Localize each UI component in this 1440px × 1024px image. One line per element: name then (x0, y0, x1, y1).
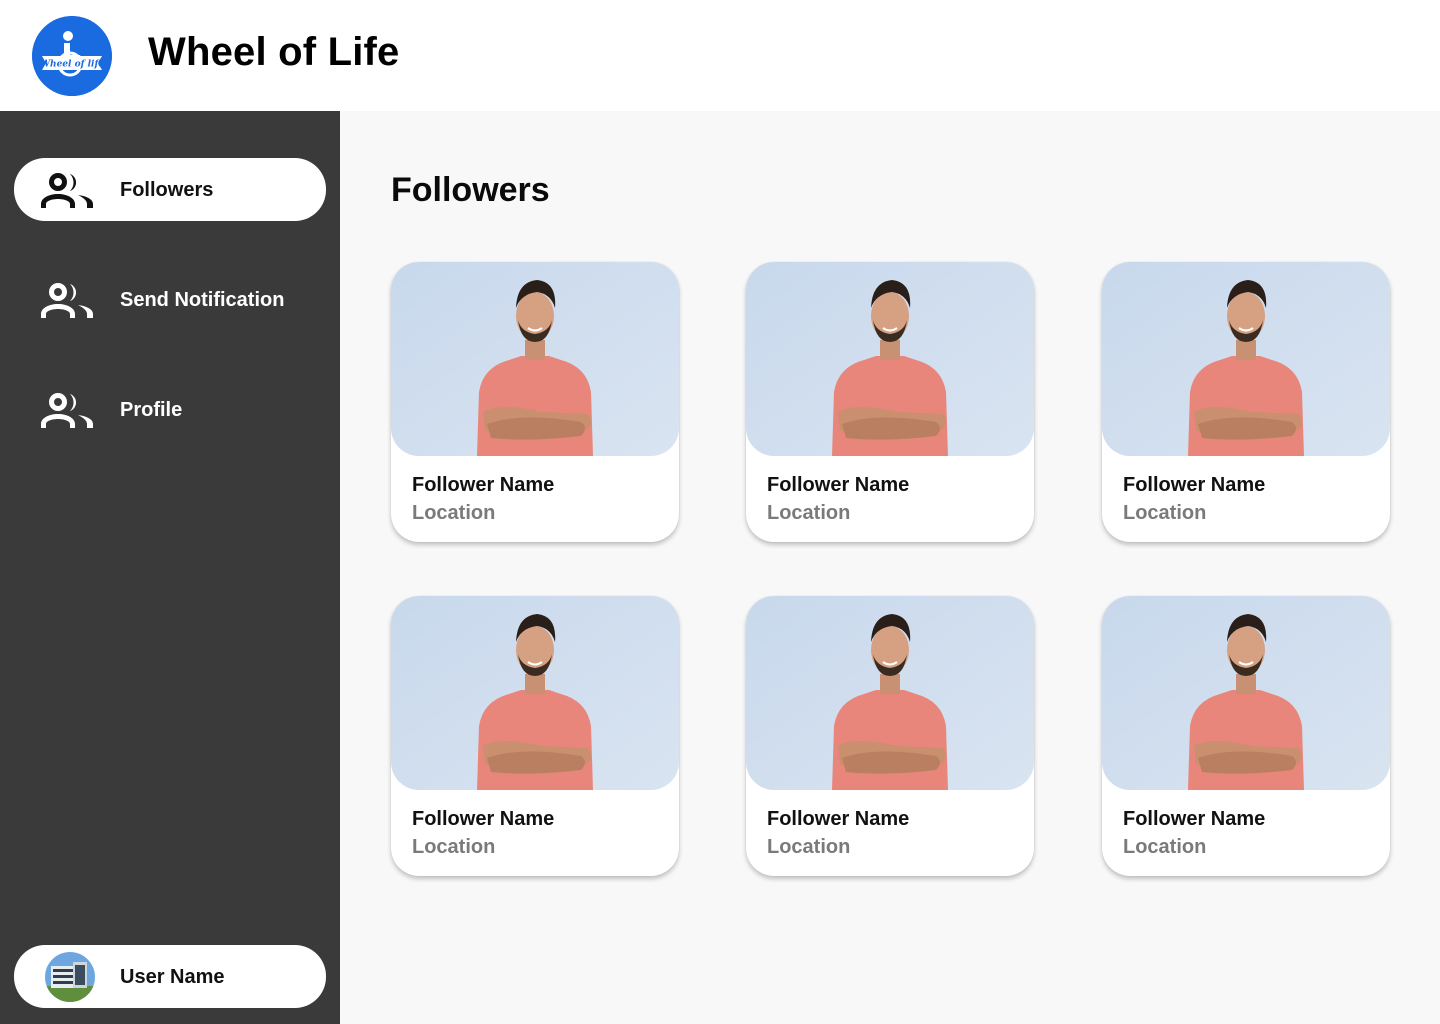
follower-location: Location (1123, 836, 1207, 858)
app-logo[interactable]: Wheel of life (32, 16, 112, 96)
follower-photo (746, 596, 1034, 790)
logo-text: Wheel of life (40, 60, 104, 70)
follower-location: Location (767, 502, 851, 524)
follower-location: Location (1123, 502, 1207, 524)
wheelchair-logo-icon: Wheel of life (32, 16, 112, 96)
person-photo-icon (746, 596, 1034, 790)
sidebar-item-profile[interactable]: Profile (14, 378, 326, 441)
app-title: Wheel of Life (148, 30, 400, 74)
follower-location: Location (767, 836, 851, 858)
follower-photo (1102, 262, 1390, 456)
followers-grid: Follower Name Location Follower Name Loc… (391, 262, 1391, 882)
follower-name: Follower Name (1123, 474, 1266, 496)
follower-location: Location (412, 836, 496, 858)
follower-card[interactable]: Follower Name Location (1102, 262, 1390, 542)
person-photo-icon (391, 596, 679, 790)
follower-card[interactable]: Follower Name Location (391, 596, 679, 876)
follower-name: Follower Name (412, 474, 555, 496)
follower-name: Follower Name (1123, 808, 1266, 830)
person-photo-icon (391, 262, 679, 456)
page-title: Followers (391, 171, 550, 209)
follower-photo (746, 262, 1034, 456)
follower-card[interactable]: Follower Name Location (746, 596, 1034, 876)
follower-name: Follower Name (767, 474, 910, 496)
follower-card[interactable]: Follower Name Location (1102, 596, 1390, 876)
sidebar-item-label: Profile (120, 399, 183, 421)
follower-name: Follower Name (412, 808, 555, 830)
building-avatar-icon (45, 952, 95, 1002)
top-bar: Wheel of life Wheel of Life (0, 0, 1440, 111)
follower-photo (1102, 596, 1390, 790)
user-account-button[interactable]: User Name (14, 945, 326, 1008)
person-photo-icon (1102, 596, 1390, 790)
follower-location: Location (412, 502, 496, 524)
sidebar: Followers Send Notification Profile User… (0, 111, 340, 1024)
sidebar-item-send-notification[interactable]: Send Notification (14, 268, 326, 331)
follower-card[interactable]: Follower Name Location (391, 262, 679, 542)
follower-card[interactable]: Follower Name Location (746, 262, 1034, 542)
follower-photo (391, 596, 679, 790)
follower-photo (391, 262, 679, 456)
follower-name: Follower Name (767, 808, 910, 830)
person-photo-icon (1102, 262, 1390, 456)
sidebar-item-label: Send Notification (120, 289, 285, 311)
people-icon (40, 172, 94, 208)
avatar (45, 952, 95, 1002)
sidebar-item-followers[interactable]: Followers (14, 158, 326, 221)
person-photo-icon (746, 262, 1034, 456)
people-icon (40, 282, 94, 318)
people-icon (40, 392, 94, 428)
sidebar-item-label: Followers (120, 179, 214, 201)
user-name: User Name (120, 966, 225, 988)
